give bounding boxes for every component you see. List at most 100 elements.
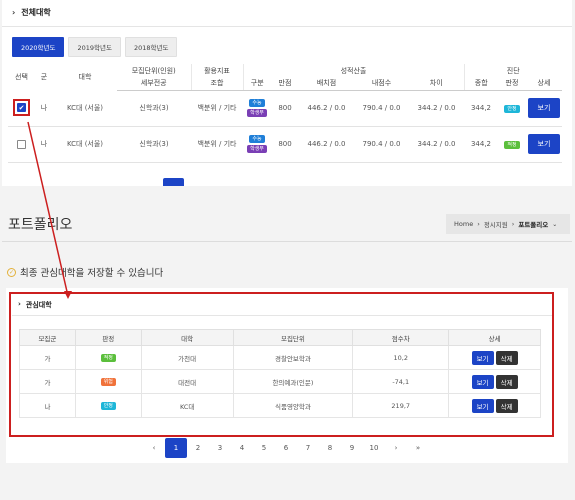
row-full: 800 [271,126,299,163]
col-diff: 점수차 [352,329,450,346]
col-calc-group: 성적산출 [242,64,464,77]
row-univ: 가천대 [140,345,234,370]
row-group: 나 [19,393,76,418]
row-full: 800 [271,90,299,127]
page-7[interactable]: 7 [297,438,319,458]
row-checkbox[interactable] [17,139,26,149]
notice-text: 최종 관심대학을 저장할 수 있습니다 [20,268,164,279]
col-univ: 대학 [78,73,92,81]
universities-table: 선택 군 대학 모집단위(인원) 활용지표 성적산출 진단 세부전공 조합 구분… [8,64,562,163]
page-4[interactable]: 4 [231,438,253,458]
page-10[interactable]: 10 [363,438,385,458]
verdict-badge: 적정 [100,354,116,362]
col-group: 군 [40,73,48,81]
page-5[interactable]: 5 [253,438,275,458]
favorites-header: › 관심대학 [18,300,52,310]
badge-suneung: 수능 [249,99,265,107]
page-title: 포트폴리오 [8,217,73,233]
page-9[interactable]: 9 [341,438,363,458]
section-header: › 전체대학 [12,7,51,18]
row-diff: 219,7 [352,393,450,418]
breadcrumb-sep: › [477,220,480,228]
delete-button[interactable]: 삭제 [495,398,518,413]
row-unit: 식품영양학과 [232,393,354,418]
delete-button[interactable]: 삭제 [495,374,518,389]
row-index: 백분위 / 기타 [191,126,243,163]
col-diff: 차이 [409,77,464,91]
tab-2019[interactable]: 2019학년도 [68,37,121,57]
col-unit: 모집단위(인원) [131,66,176,75]
view-button[interactable]: 보기 [471,350,494,365]
view-button[interactable]: 보기 [471,374,494,389]
col-unit-sub: 세부전공 [117,77,191,91]
row-total: 344,2 [464,90,498,127]
view-button[interactable]: 보기 [527,134,561,154]
page-8[interactable]: 8 [319,438,341,458]
table-row: 가 적정 가천대 경찰안보학과 10,2 보기 삭제 [19,345,541,370]
breadcrumb: Home › 정시지원 › 포트폴리오 ⌄ [446,214,570,234]
breadcrumb-current[interactable]: 포트폴리오 [518,219,548,229]
last-page-button[interactable]: » [407,438,429,458]
col-index-sub: 조합 [190,77,243,91]
divider [2,26,572,27]
view-button[interactable]: 보기 [527,98,561,118]
verdict-badge: 적정 [504,140,520,149]
tab-2018[interactable]: 2018학년도 [124,37,178,57]
row-alloc: 446.2 / 0.0 [299,126,354,163]
breadcrumb-apply[interactable]: 정시지원 [484,219,508,229]
page-2[interactable]: 2 [187,438,209,458]
col-kind: 구분 [242,77,271,91]
badge-record: 학생부 [247,109,267,117]
delete-button[interactable]: 삭제 [495,350,518,365]
col-verdict: 판정 [498,77,526,91]
col-full: 만점 [271,77,299,91]
row-unit: 신학과(3) [117,90,191,127]
prev-page-button[interactable]: ‹ [143,438,165,458]
year-tabs: 2020학년도 2019학년도 2018학년도 [12,37,178,57]
col-mine: 내점수 [354,77,409,91]
verdict-badge: 위험 [100,378,116,386]
scroll-handle[interactable] [163,178,184,186]
select-highlight: ✔ [13,99,30,117]
row-index: 백분위 / 기타 [191,90,243,127]
table-row: 나 안정 KC대 식품영양학과 219,7 보기 삭제 [19,393,541,418]
table-row: 나 KC대 (서울) 신학과(3) 백분위 / 기타 수능 학생부 800 446… [8,126,562,163]
row-unit: 한의예과(인문) [232,369,354,394]
favorites-table: 모집군 판정 대학 모집단위 점수차 상세 가 적정 가천대 경찰안보학과 10… [19,329,541,418]
row-mine: 790.4 / 0.0 [354,126,409,163]
col-total: 종합 [463,77,498,91]
col-index: 활용지표 [190,64,243,77]
page-1[interactable]: 1 [165,438,187,458]
table-row: ✔ 나 KC대 (서울) 신학과(3) 백분위 / 기타 수능 학생부 800 4… [8,90,562,127]
row-group: 가 [19,345,76,370]
col-alloc: 배치점 [299,77,354,91]
row-diff: 344.2 / 0.0 [409,90,464,127]
verdict-badge: 안정 [504,104,520,113]
view-button[interactable]: 보기 [471,398,494,413]
notice: ✓ 최종 관심대학을 저장할 수 있습니다 [7,265,163,279]
row-unit: 신학과(3) [117,126,191,163]
breadcrumb-sep: › [511,220,515,228]
next-page-button[interactable]: › [385,438,407,458]
col-verdict: 판정 [74,329,142,346]
tab-2020[interactable]: 2020학년도 [12,37,65,57]
divider [12,315,552,316]
row-checkbox[interactable]: ✔ [17,103,26,113]
badge-record: 학생부 [247,145,267,153]
col-detail: 상세 [526,77,562,91]
verdict-badge: 안정 [100,402,116,410]
check-circle-icon: ✓ [7,267,16,277]
chevron-right-icon: › [12,8,16,17]
row-univ: KC대 (서울) [53,90,117,127]
page-6[interactable]: 6 [275,438,297,458]
section-title: 전체대학 [21,8,51,17]
col-select: 선택 [15,73,28,81]
page-3[interactable]: 3 [209,438,231,458]
col-group: 모집군 [19,329,76,346]
row-diff: 344.2 / 0.0 [409,126,464,163]
favorites-title: 관심대학 [25,301,52,309]
breadcrumb-home[interactable]: Home [454,220,473,228]
chevron-down-icon[interactable]: ⌄ [552,221,557,228]
row-alloc: 446.2 / 0.0 [299,90,354,127]
pagination: ‹ 1 2 3 4 5 6 7 8 9 10 › » [143,438,429,458]
